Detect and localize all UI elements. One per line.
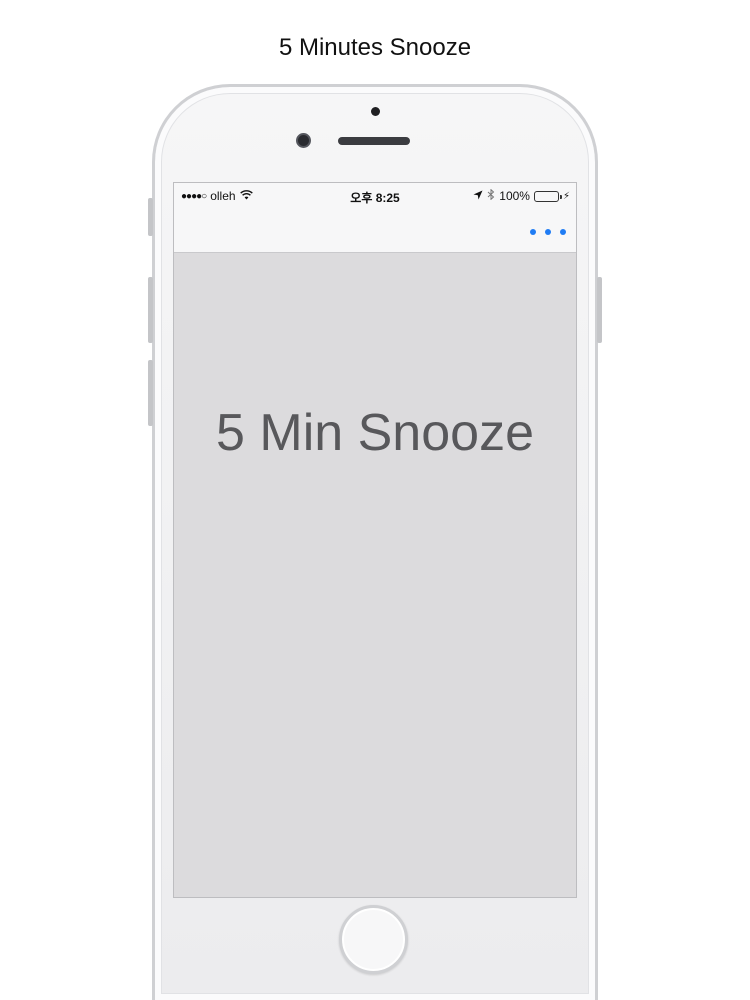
volume-up-button: [148, 277, 153, 343]
battery-icon: [533, 190, 562, 202]
status-right: 100% ⚡: [473, 188, 570, 203]
front-camera-icon: [296, 133, 311, 148]
navigation-bar: ●●●●○ olleh 오후 8:25 100% ⚡: [174, 183, 576, 253]
silent-switch: [148, 198, 153, 236]
proximity-sensor: [371, 107, 380, 116]
home-button[interactable]: [339, 905, 408, 974]
charging-icon: ⚡: [562, 190, 570, 202]
page: 5 Minutes Snooze ●●●●○ olleh 오후 8:25 100…: [0, 0, 750, 1000]
more-dot: [560, 229, 566, 235]
page-caption: 5 Minutes Snooze: [278, 34, 472, 61]
more-dot: [545, 229, 551, 235]
phone-screen: ●●●●○ olleh 오후 8:25 100% ⚡ 5 Min Snooze: [173, 182, 577, 898]
power-button: [597, 277, 602, 343]
status-bar: ●●●●○ olleh 오후 8:25 100% ⚡: [174, 187, 576, 205]
more-dot: [530, 229, 536, 235]
bluetooth-icon: [487, 188, 495, 203]
location-arrow-icon: [473, 189, 483, 203]
earpiece-speaker: [338, 137, 410, 145]
more-options-button[interactable]: [530, 223, 566, 241]
volume-down-button: [148, 360, 153, 426]
snooze-area[interactable]: 5 Min Snooze: [174, 253, 576, 897]
snooze-label: 5 Min Snooze: [216, 404, 534, 462]
battery-percent: 100%: [499, 189, 530, 203]
